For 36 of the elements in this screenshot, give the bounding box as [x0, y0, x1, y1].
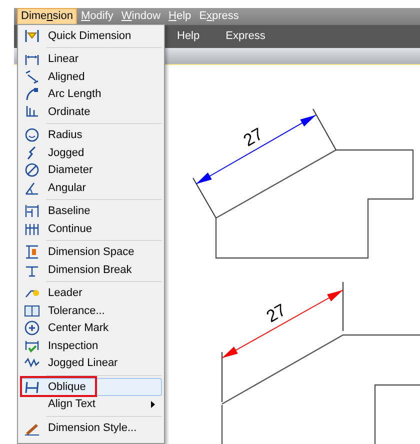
- submenu-arrow-icon: [151, 400, 155, 408]
- menu-item[interactable]: Jogged: [20, 144, 162, 162]
- toolbar-menu-item[interactable]: Help: [177, 28, 200, 45]
- aligned-dimension-icon: [24, 68, 40, 85]
- menu-item[interactable]: Dimension Space: [20, 244, 162, 261]
- menu-bar-item[interactable]: Dimension: [17, 8, 77, 25]
- menu-item[interactable]: Jogged Linear: [20, 354, 162, 372]
- menu-item[interactable]: Align Text: [20, 396, 162, 413]
- arc-dimension-icon: [24, 86, 40, 102]
- center-mark-icon: [24, 320, 40, 336]
- menu-item[interactable]: Baseline: [20, 202, 162, 220]
- menu-item[interactable]: Inspection: [20, 337, 162, 354]
- menu-item[interactable]: Ordinate: [20, 103, 162, 120]
- menu-item[interactable]: Radius: [20, 126, 162, 144]
- menu-item[interactable]: Center Mark: [20, 320, 162, 337]
- menu-item[interactable]: Oblique: [20, 378, 162, 396]
- menu-item[interactable]: Continue: [20, 220, 162, 238]
- radius-icon: [24, 127, 40, 144]
- menu-item[interactable]: Leader: [20, 284, 162, 302]
- menu-item[interactable]: Tolerance...: [20, 302, 162, 320]
- menu-item[interactable]: Dimension Style...: [20, 419, 162, 436]
- dimension-space-icon: [24, 244, 40, 260]
- diameter-icon: [24, 162, 40, 178]
- menu-item[interactable]: Diameter: [20, 162, 162, 179]
- dimension-value: 27: [240, 124, 266, 150]
- quick-dimension-icon: [24, 28, 40, 44]
- dimension-value: 27: [263, 300, 290, 326]
- menu-item[interactable]: Angular: [20, 179, 162, 196]
- menu-item[interactable]: Dimension Break: [20, 261, 162, 278]
- toolbar-menu-item[interactable]: Express: [226, 28, 266, 45]
- menu-item[interactable]: Aligned: [20, 68, 162, 86]
- baseline-dimension-icon: [24, 203, 40, 220]
- menu-item[interactable]: Quick Dimension: [20, 27, 162, 44]
- menu-item[interactable]: Arc Length: [20, 86, 162, 103]
- menu-item[interactable]: Linear: [20, 50, 162, 68]
- tolerance-icon: [24, 302, 40, 319]
